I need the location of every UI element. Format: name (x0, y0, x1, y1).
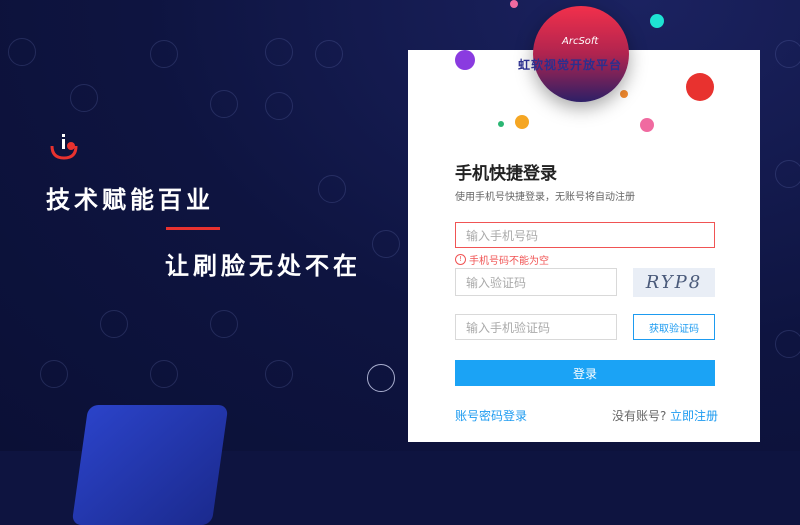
sms-code-placeholder: 输入手机验证码 (466, 320, 551, 335)
decorative-bubble (650, 14, 664, 28)
phone-input-placeholder: 输入手机号码 (466, 228, 539, 243)
captcha-input-placeholder: 输入验证码 (466, 275, 527, 290)
divider (166, 227, 220, 230)
decorative-shape (71, 405, 229, 525)
decorative-circle-icon (315, 40, 343, 68)
decorative-circle-icon (40, 360, 68, 388)
decorative-circle-icon (8, 38, 36, 66)
phone-input[interactable]: 输入手机号码 (455, 222, 715, 248)
decorative-bubble (455, 50, 475, 70)
decorative-circle-icon (775, 330, 800, 358)
decorative-circle-icon (265, 38, 293, 66)
decorative-circle-icon (318, 175, 346, 203)
login-button[interactable]: 登录 (455, 360, 715, 386)
hero-subheadline: 让刷脸无处不在 (165, 252, 361, 280)
decorative-circle-icon (372, 230, 400, 258)
sms-code-input[interactable]: 输入手机验证码 (455, 314, 617, 340)
decorative-circle-icon (210, 90, 238, 118)
platform-name: 虹软视觉开放平台 (518, 58, 623, 72)
arcsoft-logo: ArcSoft (562, 36, 599, 47)
no-account-text: 没有账号? (612, 409, 667, 423)
decorative-circle-icon (100, 310, 128, 338)
captcha-image[interactable]: RYP8 (633, 268, 715, 297)
phone-error-message: ! 手机号码不能为空 (455, 252, 549, 267)
decorative-circle-icon (775, 160, 800, 188)
decorative-bubble (515, 115, 529, 129)
login-subtitle: 使用手机号快捷登录，无账号将自动注册 (455, 192, 635, 203)
decorative-bubble (510, 0, 518, 8)
decorative-circle-icon (150, 40, 178, 68)
decorative-circle-icon (210, 310, 238, 338)
get-sms-code-button[interactable]: 获取验证码 (633, 314, 715, 340)
decorative-circle-icon (265, 92, 293, 120)
decorative-bubble (686, 73, 714, 101)
error-icon: ! (455, 254, 466, 265)
decorative-bubble (498, 121, 504, 127)
decorative-circle-icon (265, 360, 293, 388)
register-link[interactable]: 立即注册 (670, 407, 718, 424)
brand-banner (533, 6, 629, 102)
brand-logo-icon (50, 134, 78, 160)
password-login-link[interactable]: 账号密码登录 (455, 407, 527, 424)
decorative-circle-icon (367, 364, 395, 392)
decorative-bubble (620, 90, 628, 98)
hero-headline: 技术赋能百业 (46, 186, 214, 214)
decorative-circle-icon (775, 40, 800, 68)
decorative-circle-icon (150, 360, 178, 388)
phone-error-text: 手机号码不能为空 (469, 256, 549, 267)
login-title: 手机快捷登录 (455, 164, 557, 184)
captcha-input[interactable]: 输入验证码 (455, 268, 617, 296)
decorative-circle-icon (70, 84, 98, 112)
decorative-bubble (640, 118, 654, 132)
